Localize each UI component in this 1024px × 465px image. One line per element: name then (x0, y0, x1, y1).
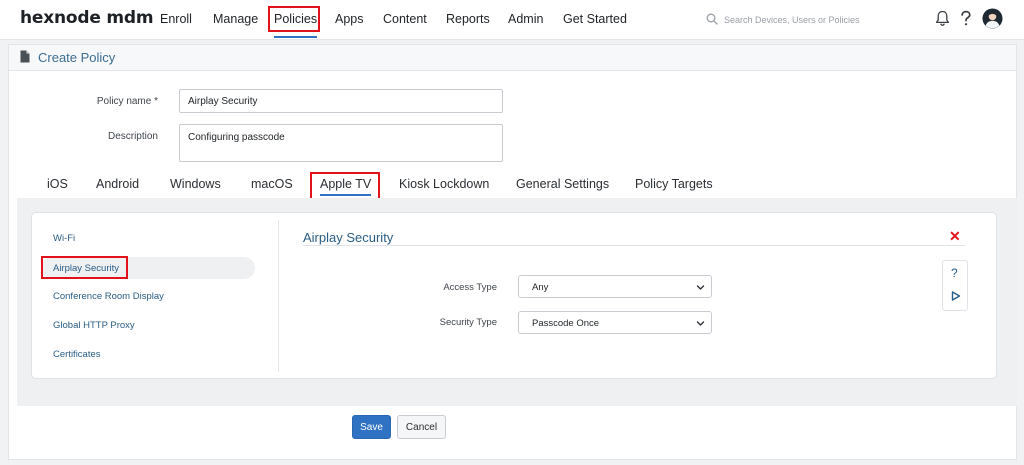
nav-item-manage[interactable]: Manage (213, 12, 258, 26)
tab-android[interactable]: Android (96, 177, 139, 191)
nav-item-admin[interactable]: Admin (508, 12, 543, 26)
nav-item-content[interactable]: Content (383, 12, 427, 26)
search-icon (706, 13, 718, 25)
security-type-label: Security Type (439, 317, 497, 328)
sidebar-item-wifi[interactable]: Wi-Fi (53, 233, 75, 244)
tab-general-settings[interactable]: General Settings (516, 177, 609, 191)
section-title: Airplay Security (303, 230, 394, 245)
chevron-down-icon (696, 285, 705, 290)
sidebar-divider (278, 220, 279, 372)
security-type-select[interactable]: Passcode Once (518, 311, 712, 334)
section-divider (303, 245, 965, 246)
tab-kiosk-lockdown[interactable]: Kiosk Lockdown (399, 177, 489, 191)
nav-item-apps[interactable]: Apps (335, 12, 364, 26)
description-textarea[interactable]: Configuring passcode (179, 124, 503, 162)
tab-windows[interactable]: Windows (170, 177, 221, 191)
search-input[interactable] (724, 11, 896, 29)
policies-highlight-box (268, 6, 320, 32)
config-card (31, 212, 997, 379)
access-type-label: Access Type (443, 282, 497, 293)
apple-tv-highlight-box (310, 172, 380, 201)
close-icon[interactable]: ✕ (949, 229, 961, 243)
tab-policy-targets[interactable]: Policy Targets (635, 177, 713, 191)
help-question-icon[interactable]: ? (951, 267, 958, 279)
sidebar-item-conference-room-display[interactable]: Conference Room Display (53, 291, 164, 302)
app-logo[interactable]: hexnode mdm (20, 8, 154, 28)
policy-name-label: Policy name * (96, 96, 158, 107)
nav-item-get-started[interactable]: Get Started (563, 12, 627, 26)
help-panel: ? (942, 260, 968, 311)
page-header: Create Policy (9, 45, 1016, 71)
sidebar-item-global-http-proxy[interactable]: Global HTTP Proxy (53, 320, 135, 331)
user-avatar[interactable] (982, 8, 1003, 29)
top-navbar: hexnode mdm Enroll Manage Policies Apps … (0, 0, 1024, 40)
tab-macos[interactable]: macOS (251, 177, 293, 191)
airplay-security-highlight-box (41, 256, 128, 279)
nav-item-enroll[interactable]: Enroll (160, 12, 192, 26)
save-button[interactable]: Save (352, 415, 391, 439)
tab-ios[interactable]: iOS (47, 177, 68, 191)
help-icon[interactable] (960, 10, 972, 27)
policy-name-input[interactable] (179, 89, 503, 113)
nav-item-reports[interactable]: Reports (446, 12, 490, 26)
search-bar[interactable] (706, 11, 896, 29)
bell-icon[interactable] (935, 10, 950, 27)
access-type-select[interactable]: Any (518, 275, 712, 298)
cancel-button[interactable]: Cancel (397, 415, 446, 439)
chevron-down-icon (696, 321, 705, 326)
access-type-value: Any (532, 282, 549, 293)
page-title: Create Policy (38, 50, 116, 65)
document-icon (20, 50, 30, 63)
security-type-value: Passcode Once (532, 318, 600, 329)
play-icon[interactable] (951, 291, 961, 301)
sidebar-item-certificates[interactable]: Certificates (53, 349, 101, 360)
description-label: Description (107, 131, 158, 142)
